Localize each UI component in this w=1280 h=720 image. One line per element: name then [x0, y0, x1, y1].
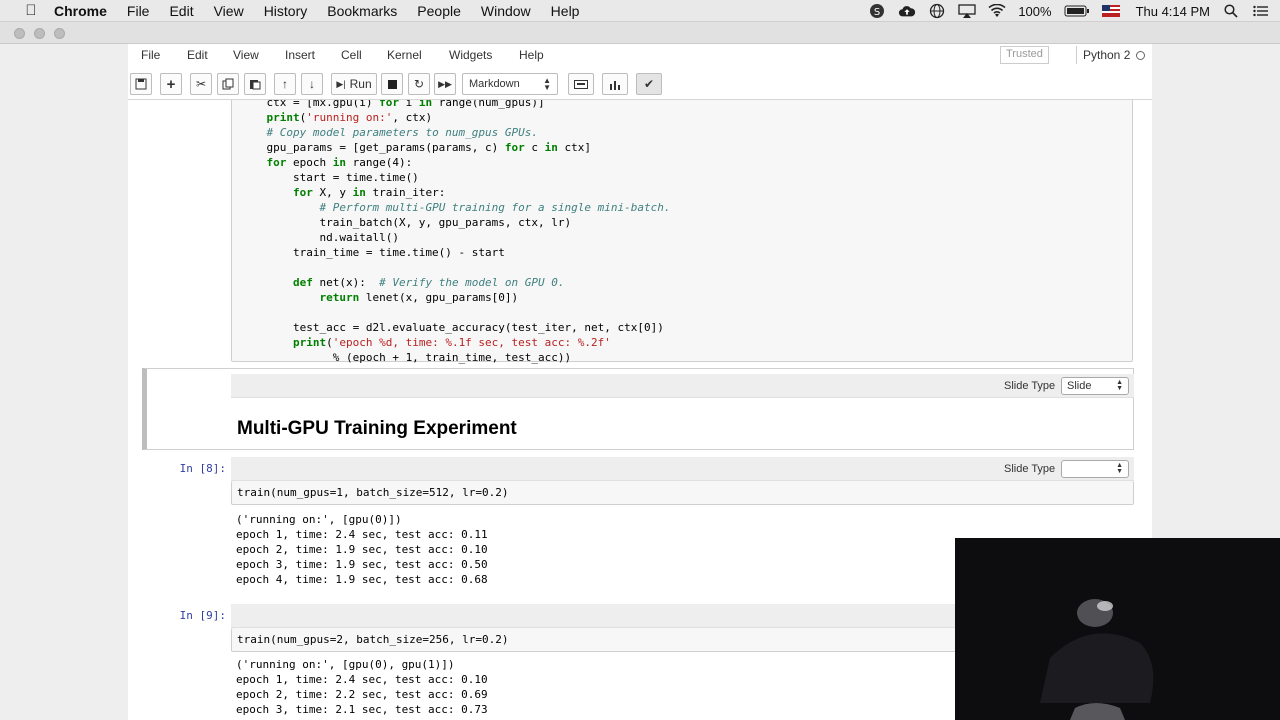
- cloud-upload-icon[interactable]: [898, 4, 916, 18]
- jupyter-menubar: File Edit View Insert Cell Kernel Widget…: [128, 44, 1152, 68]
- cut-icon[interactable]: ✂: [190, 73, 212, 95]
- paste-icon[interactable]: [244, 73, 266, 95]
- minimize-window-button[interactable]: [34, 28, 45, 39]
- insert-cell-icon[interactable]: +: [160, 73, 182, 95]
- run-icon: ▶|: [336, 78, 346, 89]
- keyboard-icon[interactable]: [568, 73, 594, 95]
- select-arrows-icon: ▲ ▼: [1116, 462, 1123, 475]
- trusted-indicator[interactable]: Trusted: [1000, 46, 1049, 64]
- cell8-toolbar: Slide Type ▲ ▼: [231, 457, 1134, 481]
- svg-text:S: S: [874, 7, 880, 18]
- cell-type-select[interactable]: Markdown ▲ ▼: [462, 73, 558, 95]
- battery-percentage: 100%: [1018, 3, 1052, 19]
- zoom-window-button[interactable]: [54, 28, 65, 39]
- jupyter-menu-help[interactable]: Help: [519, 48, 544, 62]
- save-icon[interactable]: [130, 73, 152, 95]
- move-down-icon[interactable]: ↓: [301, 73, 323, 95]
- slide-type-value: Slide: [1067, 380, 1092, 392]
- restart-icon[interactable]: ↻: [408, 73, 430, 95]
- cell9-source: train(num_gpus=2, batch_size=256, lr=0.2…: [237, 633, 509, 646]
- close-window-button[interactable]: [14, 28, 25, 39]
- cell8-editor[interactable]: train(num_gpus=1, batch_size=512, lr=0.2…: [231, 481, 1134, 505]
- interrupt-icon[interactable]: [381, 73, 403, 95]
- cell-toolbar: Slide Type Slide ▲ ▼: [231, 374, 1134, 398]
- slide-type-label: Slide Type: [1004, 380, 1056, 392]
- menu-file[interactable]: File: [127, 3, 150, 19]
- menu-window[interactable]: Window: [481, 3, 531, 19]
- kernel-indicator: Python 2: [1076, 46, 1151, 64]
- slide-type-select[interactable]: ▲ ▼: [1061, 460, 1129, 478]
- markdown-heading: Multi-GPU Training Experiment: [237, 418, 517, 439]
- menu-history[interactable]: History: [264, 3, 308, 19]
- select-arrows-icon: ▲ ▼: [543, 76, 551, 92]
- slide-type-select[interactable]: Slide ▲ ▼: [1061, 377, 1129, 395]
- cell8-source: train(num_gpus=1, batch_size=512, lr=0.2…: [237, 486, 509, 499]
- app-menu-chrome[interactable]: Chrome: [54, 3, 107, 19]
- browser-titlebar: [0, 22, 1280, 44]
- battery-icon[interactable]: [1064, 4, 1090, 18]
- jupyter-menu-widgets[interactable]: Widgets: [449, 48, 492, 62]
- bar-chart-icon[interactable]: [602, 73, 628, 95]
- page-margin-left: [0, 44, 128, 720]
- jupyter-menu-kernel[interactable]: Kernel: [387, 48, 422, 62]
- run-button[interactable]: ▶| Run: [331, 73, 377, 95]
- jupyter-menu-cell[interactable]: Cell: [341, 48, 362, 62]
- spotlight-search-icon[interactable]: [1222, 4, 1240, 18]
- skype-icon[interactable]: S: [868, 4, 886, 18]
- run-button-label: Run: [349, 77, 372, 91]
- cell8-output: ('running on:', [gpu(0)]) epoch 1, time:…: [236, 513, 488, 586]
- apple-icon[interactable]: : [20, 2, 42, 19]
- jupyter-menu-edit[interactable]: Edit: [187, 48, 208, 62]
- copy-icon[interactable]: [217, 73, 239, 95]
- kernel-status-icon: [1136, 50, 1146, 60]
- notification-center-icon[interactable]: [1252, 4, 1270, 18]
- menu-edit[interactable]: Edit: [169, 3, 193, 19]
- jupyter-menu-view[interactable]: View: [233, 48, 259, 62]
- jupyter-toolbar: + ✂ ↑ ↓ ▶| Run ↻ ▶▶ Markdown ▲ ▼ ✔: [128, 68, 1152, 100]
- select-arrows-icon: ▲ ▼: [1116, 379, 1123, 392]
- webcam-video-overlay: [955, 538, 1280, 720]
- slide-type-label: Slide Type: [1004, 463, 1056, 475]
- cell9-prompt: In [9]:: [179, 609, 226, 622]
- clock[interactable]: Thu 4:14 PM: [1136, 4, 1210, 19]
- menu-bookmarks[interactable]: Bookmarks: [327, 3, 397, 19]
- wifi-icon[interactable]: [988, 4, 1006, 18]
- kernel-name-label: Python 2: [1083, 48, 1131, 62]
- menu-view[interactable]: View: [214, 3, 244, 19]
- move-up-icon[interactable]: ↑: [274, 73, 296, 95]
- macos-menubar:  Chrome File Edit View History Bookmark…: [0, 0, 1280, 22]
- jupyter-menu-file[interactable]: File: [141, 48, 160, 62]
- cell9-output: ('running on:', [gpu(0), gpu(1)]) epoch …: [236, 658, 488, 716]
- code-cell-source: ctx = [mx.gpu(i) for i in range(num_gpus…: [240, 100, 671, 364]
- menu-help[interactable]: Help: [551, 3, 580, 19]
- flag-icon[interactable]: [1101, 4, 1120, 18]
- jupyter-menu-insert[interactable]: Insert: [285, 48, 315, 62]
- cell8-prompt: In [8]:: [179, 462, 226, 475]
- menu-people[interactable]: People: [417, 3, 461, 19]
- cell-type-value: Markdown: [469, 78, 520, 90]
- code-cell-editor[interactable]: ctx = [mx.gpu(i) for i in range(num_gpus…: [231, 100, 1133, 364]
- globe-icon[interactable]: [928, 3, 946, 19]
- airplay-icon[interactable]: [958, 4, 976, 18]
- checkmark-icon[interactable]: ✔: [636, 73, 662, 95]
- restart-run-all-icon[interactable]: ▶▶: [434, 73, 456, 95]
